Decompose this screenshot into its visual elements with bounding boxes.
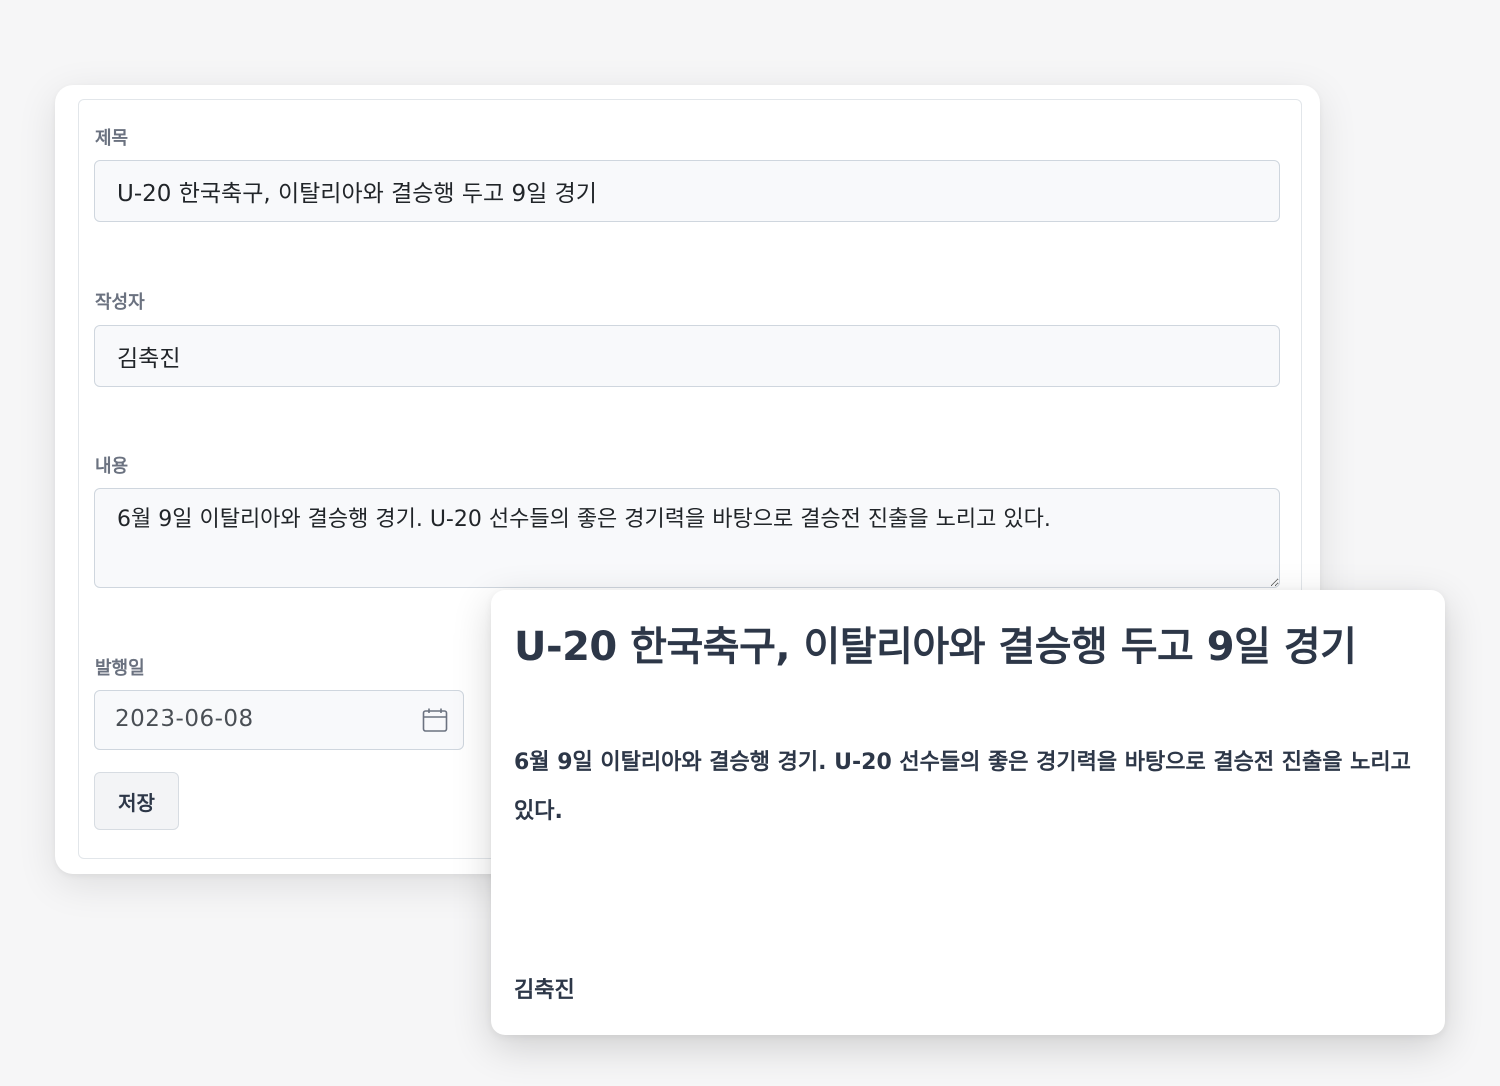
article-preview-card: U-20 한국축구, 이탈리아와 결승행 두고 9일 경기 6월 9일 이탈리아… bbox=[491, 590, 1445, 1035]
preview-author: 김축진 bbox=[514, 978, 575, 1003]
preview-title: U-20 한국축구, 이탈리아와 결승행 두고 9일 경기 bbox=[514, 624, 1357, 670]
preview-body: 6월 9일 이탈리아와 결승행 경기. U-20 선수들의 좋은 경기력을 바탕… bbox=[514, 750, 1411, 824]
calendar-icon[interactable] bbox=[421, 706, 449, 734]
content-label: 내용 bbox=[95, 456, 129, 477]
date-label: 발행일 bbox=[95, 658, 145, 679]
author-label: 작성자 bbox=[95, 292, 145, 313]
title-label: 제목 bbox=[95, 128, 129, 149]
title-input[interactable] bbox=[94, 160, 1280, 222]
save-button[interactable]: 저장 bbox=[94, 772, 179, 830]
date-input[interactable]: 2023-06-08 bbox=[94, 690, 464, 750]
content-textarea[interactable]: 6월 9일 이탈리아와 결승행 경기. U-20 선수들의 좋은 경기력을 바탕… bbox=[94, 488, 1280, 588]
date-value: 2023-06-08 bbox=[115, 706, 254, 732]
author-input[interactable] bbox=[94, 325, 1280, 387]
